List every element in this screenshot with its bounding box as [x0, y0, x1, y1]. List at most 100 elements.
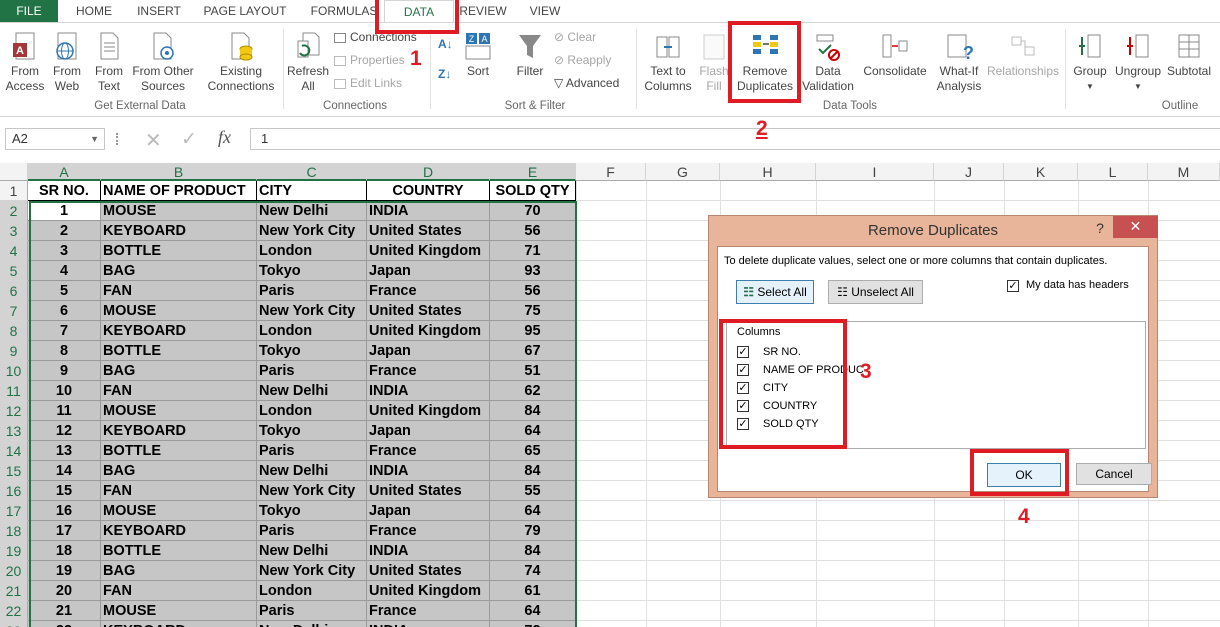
clear-button[interactable]: ⊘ Clear [554, 28, 596, 46]
filter-button[interactable]: Filter [510, 31, 550, 79]
row-header[interactable]: 6 [0, 281, 28, 301]
column-header[interactable]: H [720, 163, 816, 181]
annotation-step-2: 2 [756, 117, 768, 140]
row-header[interactable]: 13 [0, 421, 28, 441]
column-header[interactable]: A [28, 163, 101, 181]
relationships-button[interactable]: Relationships [986, 31, 1060, 79]
column-header[interactable]: E [490, 163, 576, 181]
row-header[interactable]: 22 [0, 601, 28, 621]
from-text-button[interactable]: From Text [90, 31, 128, 94]
what-if-analysis-button[interactable]: ? What-If Analysis [932, 31, 986, 94]
tab-review[interactable]: REVIEW [458, 0, 508, 22]
refresh-icon [297, 32, 320, 58]
from-access-button[interactable]: A From Access [4, 31, 46, 94]
text-to-columns-button[interactable]: Text to Columns [640, 31, 696, 94]
header-cell[interactable]: SOLD QTY [490, 181, 576, 201]
header-cell[interactable]: NAME OF PRODUCT [101, 181, 257, 201]
column-header[interactable]: L [1078, 163, 1148, 181]
get-external-data-group-label: Get External Data [94, 100, 186, 112]
sort-filter-group-label: Sort & Filter [504, 100, 566, 112]
header-cell[interactable]: SR NO. [28, 181, 101, 201]
header-cell[interactable]: CITY [257, 181, 367, 201]
formula-input[interactable]: 1 [250, 128, 1220, 150]
chevron-down-icon: ▼ [1134, 82, 1142, 91]
refresh-all-label: Refresh All [286, 64, 330, 93]
row-header[interactable]: 11 [0, 381, 28, 401]
advanced-button[interactable]: ▽ Advanced [554, 74, 619, 92]
edit-links-button[interactable]: Edit Links [334, 74, 402, 92]
column-header[interactable]: M [1148, 163, 1220, 181]
column-header[interactable]: I [816, 163, 934, 181]
chevron-down-icon: ▼ [1086, 82, 1094, 91]
confirm-entry-icon[interactable]: ✓ [181, 128, 197, 151]
tab-page-layout[interactable]: PAGE LAYOUT [196, 0, 294, 22]
select-all-corner[interactable] [0, 163, 28, 181]
flash-fill-button[interactable]: Flash Fill [698, 31, 730, 94]
row-header[interactable]: 12 [0, 401, 28, 421]
column-header[interactable]: G [646, 163, 720, 181]
row-header[interactable]: 8 [0, 321, 28, 341]
unselect-all-button[interactable]: ☷ Unselect All [828, 280, 923, 304]
ungroup-button[interactable]: Ungroup ▼ [1112, 31, 1164, 94]
column-header[interactable]: F [576, 163, 646, 181]
row-header[interactable]: 9 [0, 341, 28, 361]
row-header[interactable]: 16 [0, 481, 28, 501]
cancel-entry-icon[interactable]: ✕ [145, 128, 162, 153]
tab-file[interactable]: FILE [0, 0, 58, 22]
row-header[interactable]: 18 [0, 521, 28, 541]
row-header[interactable]: 20 [0, 561, 28, 581]
row-header[interactable]: 15 [0, 461, 28, 481]
column-header[interactable]: J [934, 163, 1004, 181]
filter-icon [519, 35, 541, 58]
cancel-button[interactable]: Cancel [1076, 463, 1152, 485]
consolidate-button[interactable]: Consolidate [860, 31, 930, 79]
sort-button[interactable]: ZA Sort [460, 31, 496, 79]
properties-button[interactable]: Properties [334, 51, 405, 69]
connections-icon [334, 32, 346, 43]
existing-connections-button[interactable]: Existing Connections [205, 31, 277, 94]
tab-view[interactable]: VIEW [520, 0, 570, 22]
row-header[interactable]: 7 [0, 301, 28, 321]
reapply-button[interactable]: ⊘ Reapply [554, 51, 611, 69]
sort-za-button[interactable]: Z↓ [438, 65, 451, 83]
row-header[interactable]: 21 [0, 581, 28, 601]
help-button[interactable]: ? [1090, 216, 1110, 240]
sort-az-button[interactable]: A↓ [438, 35, 453, 53]
row-header[interactable]: 4 [0, 241, 28, 261]
row-header[interactable]: 10 [0, 361, 28, 381]
what-if-icon: ? [947, 34, 973, 63]
from-web-button[interactable]: From Web [48, 31, 86, 94]
subtotal-button[interactable]: Subtotal [1164, 31, 1214, 79]
row-header[interactable]: 2 [0, 201, 28, 221]
refresh-all-button[interactable]: Refresh All [286, 31, 330, 94]
gridline [576, 540, 1220, 541]
insert-function-icon[interactable]: fx [218, 127, 231, 148]
column-header[interactable]: C [257, 163, 367, 181]
close-button[interactable]: ✕ [1113, 216, 1158, 238]
tab-formulas[interactable]: FORMULAS [304, 0, 384, 22]
from-other-sources-button[interactable]: From Other Sources [128, 31, 198, 94]
row-header[interactable]: 1 [0, 181, 28, 201]
column-header[interactable]: K [1004, 163, 1078, 181]
row-header[interactable]: 5 [0, 261, 28, 281]
row-header[interactable]: 23 [0, 621, 28, 627]
column-header[interactable]: B [101, 163, 257, 181]
tab-home[interactable]: HOME [64, 0, 124, 22]
column-header[interactable]: D [367, 163, 490, 181]
row-header[interactable]: 3 [0, 221, 28, 241]
data-validation-label: Data Validation [802, 64, 854, 93]
other-sources-icon [153, 32, 174, 60]
row-header[interactable]: 14 [0, 441, 28, 461]
row-header[interactable]: 17 [0, 501, 28, 521]
row-header[interactable]: 19 [0, 541, 28, 561]
select-all-button[interactable]: ☷ Select All [736, 280, 814, 304]
data-validation-icon [816, 34, 840, 61]
group-button[interactable]: Group ▼ [1068, 31, 1112, 94]
header-cell[interactable]: COUNTRY [367, 181, 490, 201]
my-data-has-headers-checkbox[interactable]: ✓ [1007, 280, 1019, 292]
name-box[interactable]: A2 ▼ [5, 128, 105, 150]
text-file-icon [100, 32, 119, 60]
group-separator [283, 29, 284, 109]
tab-insert[interactable]: INSERT [130, 0, 188, 22]
data-validation-button[interactable]: Data Validation [800, 31, 856, 94]
